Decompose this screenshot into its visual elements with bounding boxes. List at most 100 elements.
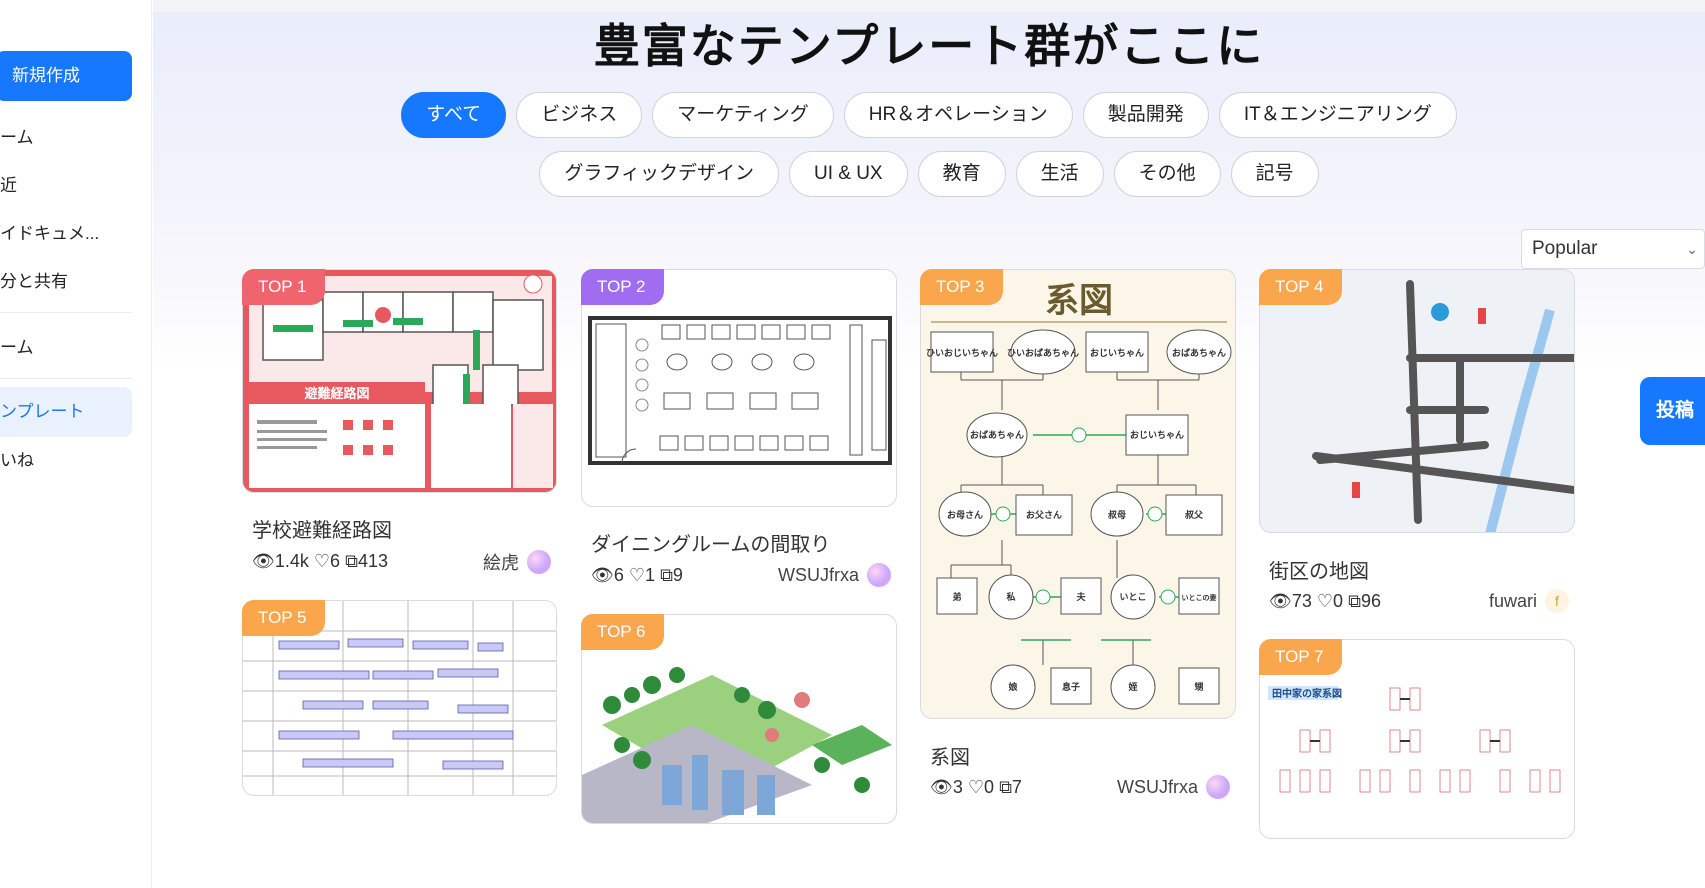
category-chip-graphic-design[interactable]: グラフィックデザイン <box>539 151 779 197</box>
template-card[interactable]: TOP 5 <box>242 600 559 800</box>
heart-icon: ♡ <box>313 551 331 571</box>
card-author[interactable]: 絵虎 <box>483 549 551 575</box>
card-stats: 👁3 ♡0 ⧉7 <box>930 777 1022 798</box>
rank-badge: TOP 7 <box>1259 639 1342 675</box>
rank-badge: TOP 3 <box>920 269 1003 305</box>
svg-text:私: 私 <box>1005 591 1015 603</box>
svg-text:ひいおじいちゃん: ひいおじいちゃん <box>926 348 998 359</box>
category-chip-ui-ux[interactable]: UI & UX <box>788 151 908 197</box>
sort-select[interactable]: Popular ⌄ <box>1521 229 1705 269</box>
town-map-preview <box>1312 280 1574 532</box>
sort-value: Popular <box>1532 238 1598 259</box>
copy-icon: ⧉ <box>345 551 358 571</box>
sidebar-item-templates[interactable]: ンプレート <box>0 387 132 437</box>
eye-icon: 👁 <box>591 565 614 585</box>
svg-text:お父さん: お父さん <box>1026 510 1062 521</box>
sidebar-item-cloud-documents[interactable]: イドキュメ... <box>0 214 140 254</box>
category-filter-row-2: グラフィックデザイン UI & UX 教育 生活 その他 記号 <box>153 151 1705 197</box>
avatar <box>1206 775 1230 799</box>
svg-text:いとこの妻: いとこの妻 <box>1182 593 1217 602</box>
template-thumbnail[interactable]: 系図 ひいおじいちゃん ひいおばあちゃん おじいちゃん おばあちゃん おばあちゃ… <box>920 269 1236 719</box>
category-chip-symbols[interactable]: 記号 <box>1230 151 1319 197</box>
sidebar-item-recent[interactable]: 近 <box>0 166 140 206</box>
eye-icon: 👁 <box>252 551 275 571</box>
eye-icon: 👁 <box>1269 591 1292 611</box>
template-card[interactable]: 避難経路図 TOP 1 学校避難経路図 👁1.4k ♡6 ⧉413 絵虎 <box>242 269 559 589</box>
thumb-title: 系図 <box>1045 281 1113 321</box>
category-chip-business[interactable]: ビジネス <box>516 92 643 138</box>
card-stats: 👁1.4k ♡6 ⧉413 <box>252 551 388 572</box>
svg-text:甥: 甥 <box>1194 682 1203 693</box>
category-chip-hr-operations[interactable]: HR＆オペレーション <box>843 92 1073 138</box>
card-title[interactable]: 街区の地図 <box>1269 555 1369 584</box>
svg-text:息子: 息子 <box>1062 681 1080 693</box>
sidebar-item-home[interactable]: ーム <box>0 118 140 158</box>
rank-badge: TOP 5 <box>242 600 325 636</box>
copy-count: 9 <box>672 565 683 585</box>
rank-badge: TOP 4 <box>1259 269 1342 305</box>
svg-text:娘: 娘 <box>1008 681 1018 693</box>
card-author[interactable]: fuwari f <box>1489 589 1569 613</box>
svg-text:叔父: 叔父 <box>1185 509 1204 521</box>
category-chip-marketing[interactable]: マーケティング <box>652 92 834 138</box>
svg-text:弟: 弟 <box>952 591 961 603</box>
avatar <box>527 550 551 574</box>
template-card[interactable]: TOP 4 街区の地図 👁73 ♡0 ⧉96 fuwari f <box>1259 269 1577 619</box>
sidebar-item-shared[interactable]: 分と共有 <box>0 262 140 302</box>
category-chip-education[interactable]: 教育 <box>917 151 1006 197</box>
template-card[interactable]: 田中家の家系図 TOP 7 <box>1259 639 1577 839</box>
svg-text:おばあちゃん: おばあちゃん <box>1172 347 1226 359</box>
main-content: 豊富なテンプレート群がここに すべて ビジネス マーケティング HR＆オペレーシ… <box>153 0 1705 888</box>
svg-text:叔母: 叔母 <box>1108 509 1126 521</box>
category-chip-all[interactable]: すべて <box>401 92 507 138</box>
copy-count: 96 <box>1360 591 1381 611</box>
family-tree-preview: 系図 ひいおじいちゃん ひいおばあちゃん おじいちゃん おばあちゃん おばあちゃ… <box>926 281 1232 710</box>
heart-icon: ♡ <box>628 565 646 585</box>
card-stats: 👁73 ♡0 ⧉96 <box>1269 591 1381 612</box>
avatar: f <box>1545 589 1569 613</box>
rank-badge: TOP 2 <box>581 269 664 305</box>
copy-count: 413 <box>357 551 388 571</box>
new-create-button[interactable]: 新規作成 <box>0 51 132 101</box>
svg-text:おばあちゃん: おばあちゃん <box>970 429 1024 441</box>
category-chip-it-engineering[interactable]: IT＆エンジニアリング <box>1218 92 1457 138</box>
card-title[interactable]: 系図 <box>930 741 970 770</box>
chevron-down-icon: ⌄ <box>1686 241 1698 257</box>
card-author[interactable]: WSUJfrxa <box>778 563 891 587</box>
template-card[interactable]: TOP 6 <box>581 614 899 824</box>
dining-floorplan-preview <box>588 316 892 465</box>
svg-text:いとこ: いとこ <box>1119 592 1146 603</box>
card-title[interactable]: ダイニングルームの間取り <box>591 528 830 557</box>
sidebar-item-team[interactable]: ーム <box>0 328 140 368</box>
thumb-title: 避難経路図 <box>304 386 369 402</box>
author-name: fuwari <box>1488 590 1537 611</box>
like-count: 0 <box>984 777 995 797</box>
sidebar-item-likes[interactable]: いね <box>0 441 140 481</box>
thumb-title: 田中家の家系図 <box>1272 687 1342 700</box>
svg-text:夫: 夫 <box>1076 591 1086 603</box>
copy-icon: ⧉ <box>660 565 673 585</box>
sidebar-divider <box>0 312 132 313</box>
category-chip-life[interactable]: 生活 <box>1015 151 1104 197</box>
category-chip-other[interactable]: その他 <box>1113 151 1221 197</box>
author-name: 絵虎 <box>483 553 519 573</box>
like-count: 6 <box>330 551 341 571</box>
template-card[interactable]: 系図 ひいおじいちゃん ひいおばあちゃん おじいちゃん おばあちゃん おばあちゃ… <box>920 269 1238 829</box>
sidebar-divider <box>0 378 132 379</box>
svg-text:お母さん: お母さん <box>947 510 983 521</box>
copy-icon: ⧉ <box>1348 591 1361 611</box>
page-title: 豊富なテンプレート群がここに <box>593 19 1265 73</box>
avatar <box>867 563 891 587</box>
card-author[interactable]: WSUJfrxa <box>1117 775 1230 799</box>
svg-text:おじいちゃん: おじいちゃん <box>1090 348 1144 359</box>
copy-count: 7 <box>1011 777 1022 797</box>
template-card[interactable]: TOP 2 ダイニングルームの間取り 👁6 ♡1 ⧉9 WSUJfrxa <box>581 269 899 589</box>
rank-badge: TOP 1 <box>242 269 325 305</box>
category-filter-row-1: すべて ビジネス マーケティング HR＆オペレーション 製品開発 IT＆エンジニ… <box>153 92 1705 138</box>
template-thumbnail[interactable] <box>1259 269 1575 533</box>
eye-icon: 👁 <box>930 777 953 797</box>
post-button[interactable]: 投稿 <box>1640 377 1705 445</box>
category-chip-product[interactable]: 製品開発 <box>1082 92 1209 138</box>
card-stats: 👁6 ♡1 ⧉9 <box>591 565 683 586</box>
card-title[interactable]: 学校避難経路図 <box>252 514 392 543</box>
